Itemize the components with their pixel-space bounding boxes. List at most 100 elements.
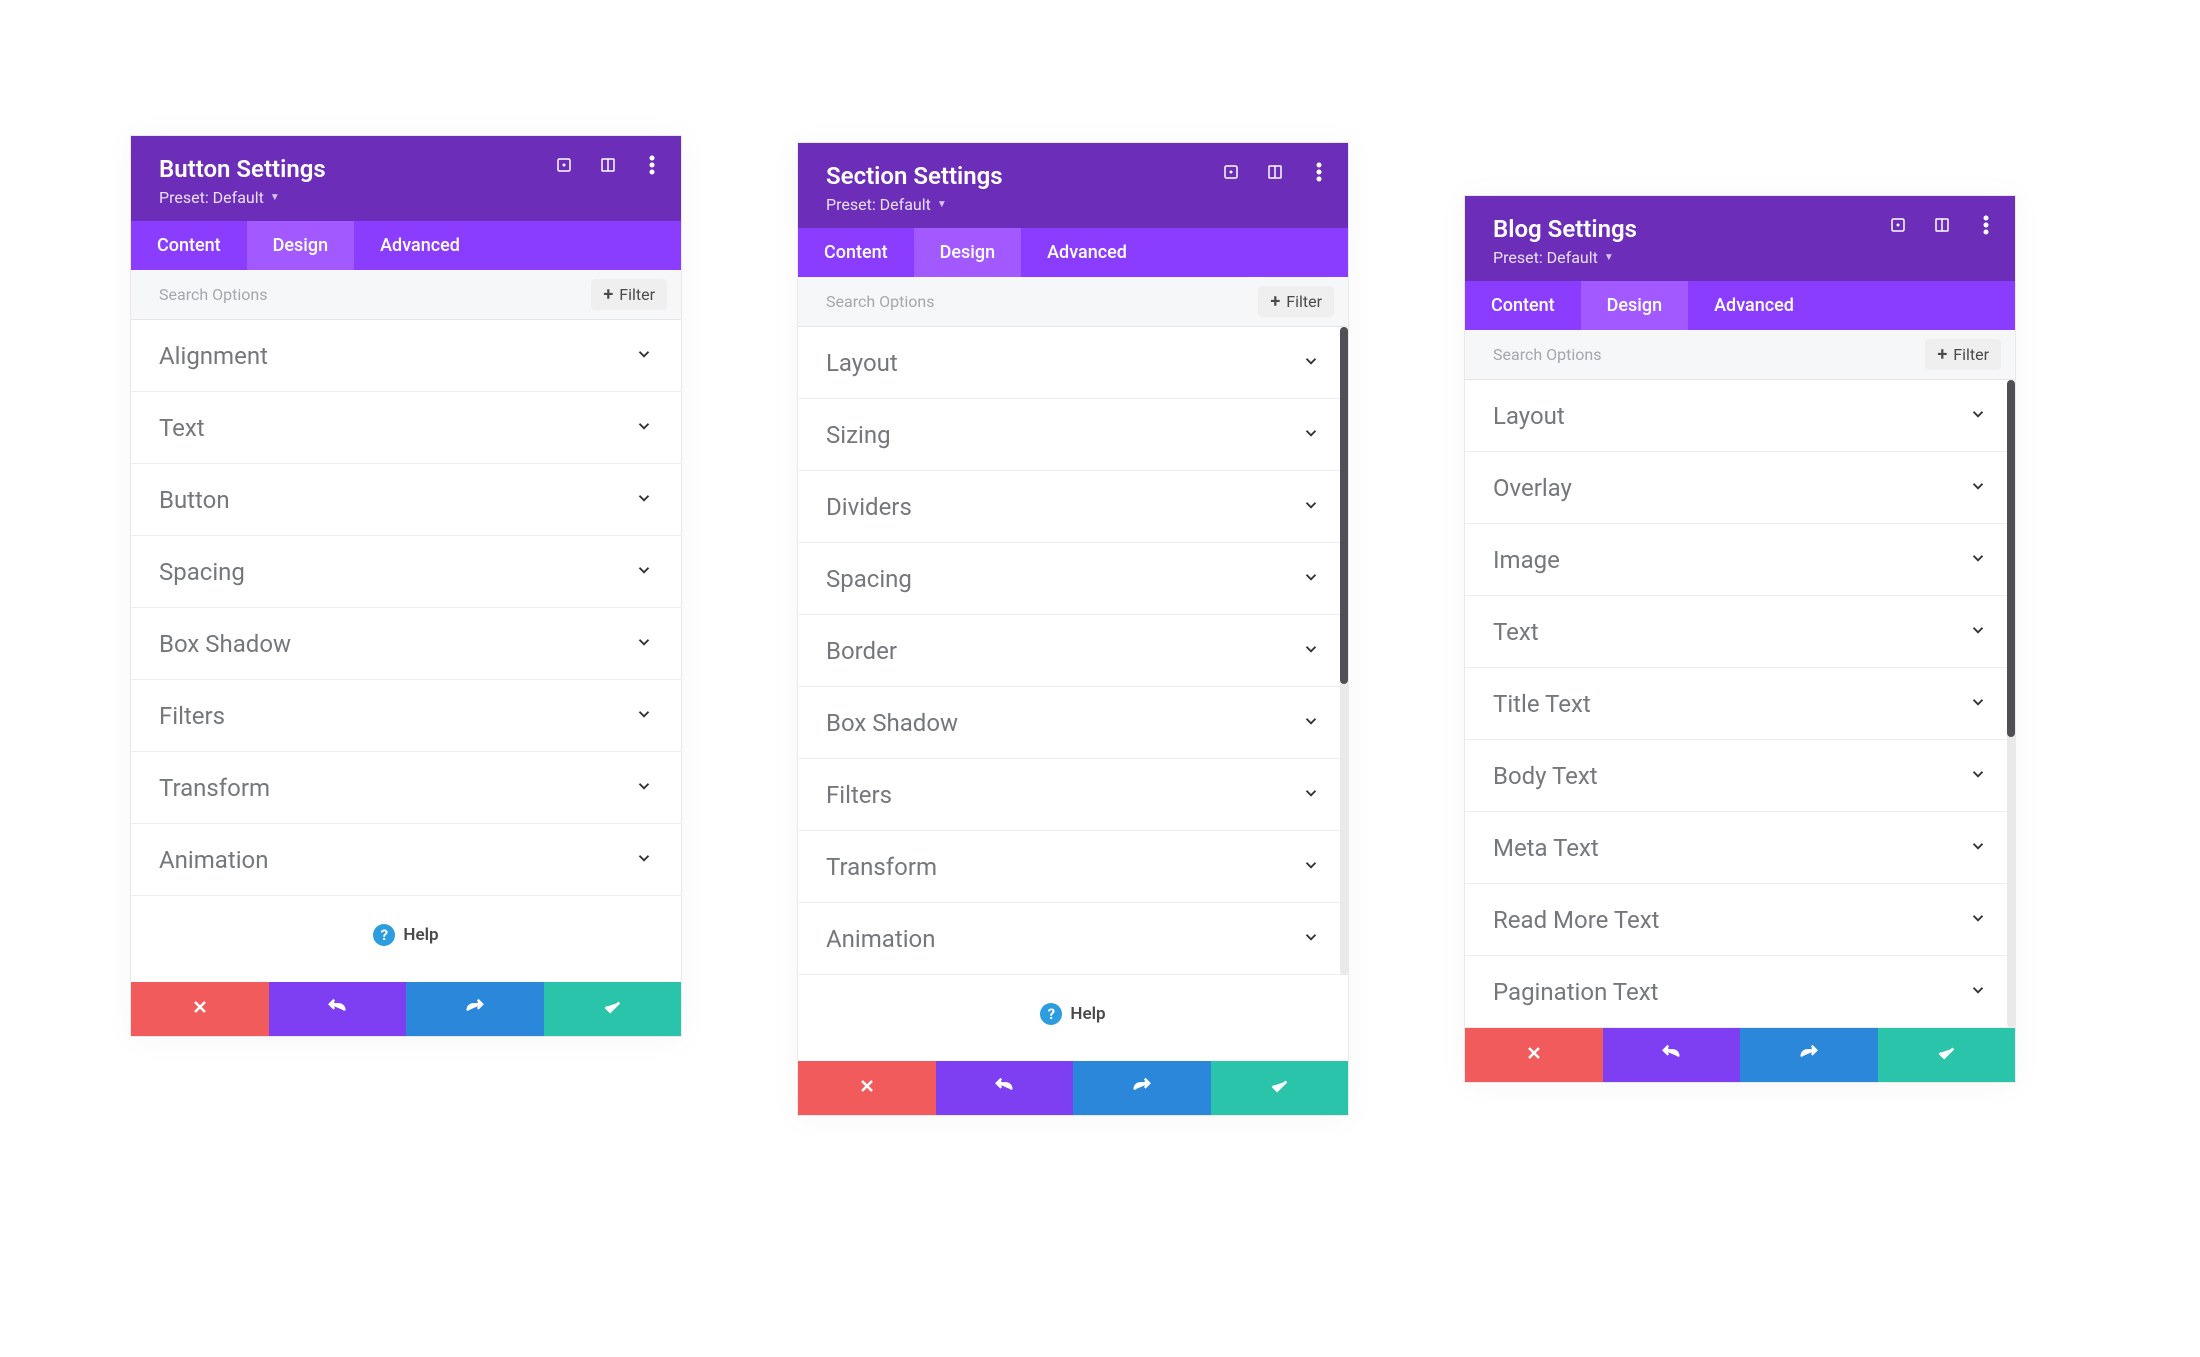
option-label: Text [1493,618,1539,646]
options-list: AlignmentTextButtonSpacing Box Shadow Filt… [131,320,681,896]
redo-button[interactable] [1073,1061,1211,1115]
option-row[interactable]: Text [131,392,681,464]
tab-content[interactable]: Content [131,221,247,270]
search-row: Search Options +Filter [798,277,1348,327]
tab-advanced[interactable]: Advanced [1688,281,1820,330]
scrollbar[interactable] [1340,327,1348,975]
option-row[interactable]: Image [1465,524,2015,596]
columns-icon[interactable] [597,154,619,176]
scrollbar-thumb[interactable] [1340,327,1348,683]
option-row[interactable]: Spacing [798,543,1348,615]
option-label: Layout [826,349,898,377]
option-row[interactable]: Dividers [798,471,1348,543]
option-row[interactable]: Meta Text [1465,812,2015,884]
option-row[interactable]: Read More Text [1465,884,2015,956]
settings-panel: Blog SettingsPreset: Default▼ContentDesi… [1464,195,2016,1083]
option-label: Meta Text [1493,834,1599,862]
search-row: Search Options + Filter [131,270,681,320]
tabs: ContentDesignAdvanced [1465,281,2015,330]
more-icon[interactable] [641,154,663,176]
tab-advanced[interactable]: Advanced [354,221,486,270]
redo-button[interactable] [406,982,544,1036]
search-row: Search Options +Filter [1465,330,2015,380]
filter-label: Filter [1286,292,1322,311]
close-icon [857,1076,877,1100]
chevron-down-icon [635,561,653,583]
tab-design[interactable]: Design [914,228,1021,277]
option-row[interactable]: Body Text [1465,740,2015,812]
option-label: Animation [159,846,268,874]
redo-icon [464,996,486,1022]
option-row[interactable]: Alignment [131,320,681,392]
filter-button[interactable]: + Filter [591,279,667,310]
columns-icon[interactable] [1931,214,1953,236]
option-row[interactable]: Layout [798,327,1348,399]
preset-dropdown[interactable]: Preset: Default ▼ [826,195,947,214]
preset-dropdown[interactable]: Preset: Default▼ [159,188,280,207]
panel-header-actions [553,154,663,176]
expand-icon[interactable] [1887,214,1909,236]
check-icon [1268,1075,1290,1101]
tab-content[interactable]: Content [798,228,914,277]
option-row[interactable]: Animation [798,903,1348,975]
option-row[interactable]: Sizing [798,399,1348,471]
more-icon[interactable] [1308,161,1330,183]
plus-icon: + [603,286,613,304]
scrollbar[interactable] [2007,380,2015,1028]
save-button[interactable] [1878,1028,2016,1082]
help-label: Help [403,925,438,945]
option-row[interactable]: Text [1465,596,2015,668]
search-input[interactable]: Search Options [1493,345,1601,364]
preset-label: Preset: Default [826,195,931,214]
option-row[interactable]: Transform [131,752,681,824]
help-link[interactable]: ?Help [131,896,681,982]
option-row[interactable]: Filters [798,759,1348,831]
filter-button[interactable]: +Filter [1258,286,1334,317]
option-row[interactable]: Pagination Text [1465,956,2015,1028]
tab-design[interactable]: Design [247,221,354,270]
cancel-button[interactable] [131,982,269,1036]
option-row[interactable]: Layout [1465,380,2015,452]
cancel-button[interactable] [798,1061,936,1115]
option-row[interactable]: Spacing [131,536,681,608]
chevron-down-icon [1969,549,1987,571]
expand-icon[interactable] [1220,161,1242,183]
columns-icon[interactable] [1264,161,1286,183]
option-row[interactable]: Title Text [1465,668,2015,740]
option-row[interactable]: Transform [798,831,1348,903]
preset-dropdown[interactable]: Preset: Default▼ [1493,248,1614,267]
option-row[interactable]: Animation [131,824,681,896]
search-input[interactable]: Search Options [159,285,267,304]
option-row[interactable]: Box Shadow [798,687,1348,759]
save-button[interactable] [1211,1061,1349,1115]
undo-button[interactable] [1603,1028,1741,1082]
panel-header: Section SettingsPreset: Default▼ [798,143,1348,228]
chevron-down-icon [635,705,653,727]
expand-icon[interactable] [553,154,575,176]
option-row[interactable]: Overlay [1465,452,2015,524]
filter-label: Filter [619,285,655,304]
option-label: Filters [159,702,225,730]
caret-down-icon: ▼ [937,199,947,210]
filter-button[interactable]: +Filter [1925,339,2001,370]
tab-advanced[interactable]: Advanced [1021,228,1153,277]
option-label: Title Text [1493,690,1591,718]
undo-button[interactable] [269,982,407,1036]
scrollbar-thumb[interactable] [2007,380,2015,736]
option-row[interactable]: Filters [131,680,681,752]
option-label: Border [826,637,897,665]
help-link[interactable]: ?Help [798,975,1348,1061]
option-row[interactable]: Button [131,464,681,536]
redo-icon [1798,1042,1820,1068]
undo-button[interactable] [936,1061,1074,1115]
search-input[interactable]: Search Options [826,292,934,311]
redo-button[interactable] [1740,1028,1878,1082]
option-row[interactable]: Box Shadow [131,608,681,680]
save-button[interactable] [544,982,682,1036]
tab-design[interactable]: Design [1581,281,1688,330]
tab-content[interactable]: Content [1465,281,1581,330]
more-icon[interactable] [1975,214,1997,236]
option-label: Box Shadow [159,630,291,658]
option-row[interactable]: Border [798,615,1348,687]
cancel-button[interactable] [1465,1028,1603,1082]
